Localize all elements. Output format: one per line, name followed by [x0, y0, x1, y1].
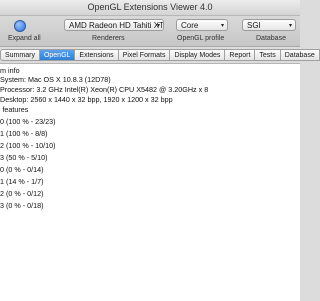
- info-panel[interactable]: tem info System: Mac OS X 10.8.3 (12D78)…: [0, 63, 300, 301]
- tab-extensions[interactable]: Extensions: [75, 49, 119, 61]
- tab-report[interactable]: Report: [225, 49, 256, 61]
- info-processor: Processor: 3.2 GHz Intel(R) Xeon(R) CPU …: [0, 85, 209, 94]
- chevron-down-icon: ▾: [288, 23, 292, 29]
- database-select-value: SGI: [247, 21, 261, 30]
- renderer-select[interactable]: AMD Radeon HD Tahiti XT... ▾: [64, 19, 164, 31]
- renderer-select-value: AMD Radeon HD Tahiti XT...: [69, 21, 164, 30]
- chevron-down-icon: ▾: [220, 23, 224, 29]
- tab-tests[interactable]: Tests: [255, 49, 281, 61]
- tab-database[interactable]: Database: [280, 49, 320, 61]
- info-system: System: Mac OS X 10.8.3 (12D78): [0, 75, 111, 84]
- feature-row[interactable]: 4.0 (0 % - 0/14): [0, 165, 44, 174]
- feature-row[interactable]: 3.2 (100 % - 10/10): [0, 141, 56, 150]
- tab-summary[interactable]: Summary: [0, 49, 40, 61]
- expand-all-label[interactable]: Expand all: [8, 35, 41, 42]
- feature-row[interactable]: 3.3 (50 % - 5/10): [0, 153, 48, 162]
- feature-row[interactable]: 4.3 (0 % - 0/18): [0, 201, 44, 210]
- profile-label: OpenGL profile: [177, 35, 225, 42]
- section-heading-core-features: re features: [0, 105, 29, 114]
- section-heading-system-info: tem info: [0, 66, 20, 75]
- window-titlebar: OpenGL Extensions Viewer 4.0: [0, 0, 300, 16]
- renderers-label: Renderers: [92, 35, 125, 42]
- profile-select-value: Core: [181, 21, 199, 30]
- profile-select[interactable]: Core ▾: [176, 19, 228, 31]
- feature-row[interactable]: 3.0 (100 % - 23/23): [0, 117, 56, 126]
- toolbar: Expand all AMD Radeon HD Tahiti XT... ▾ …: [0, 16, 300, 47]
- tab-bar: Summary OpenGL Extensions Pixel Formats …: [0, 49, 320, 61]
- tab-display-modes[interactable]: Display Modes: [170, 49, 226, 61]
- database-select[interactable]: SGI ▾: [242, 19, 296, 31]
- feature-row[interactable]: 4.1 (14 % - 1/7): [0, 177, 44, 186]
- expand-all-icon[interactable]: [14, 20, 26, 32]
- tab-opengl[interactable]: OpenGL: [39, 49, 76, 61]
- database-label: Database: [256, 35, 286, 42]
- feature-row[interactable]: 3.1 (100 % - 8/8): [0, 129, 48, 138]
- info-desktop: Desktop: 2560 x 1440 x 32 bpp, 1920 x 12…: [0, 95, 173, 104]
- tab-pixel-formats[interactable]: Pixel Formats: [118, 49, 171, 61]
- feature-row[interactable]: 4.2 (0 % - 0/12): [0, 189, 44, 198]
- chevron-down-icon: ▾: [156, 23, 160, 29]
- window-title: OpenGL Extensions Viewer 4.0: [87, 2, 213, 12]
